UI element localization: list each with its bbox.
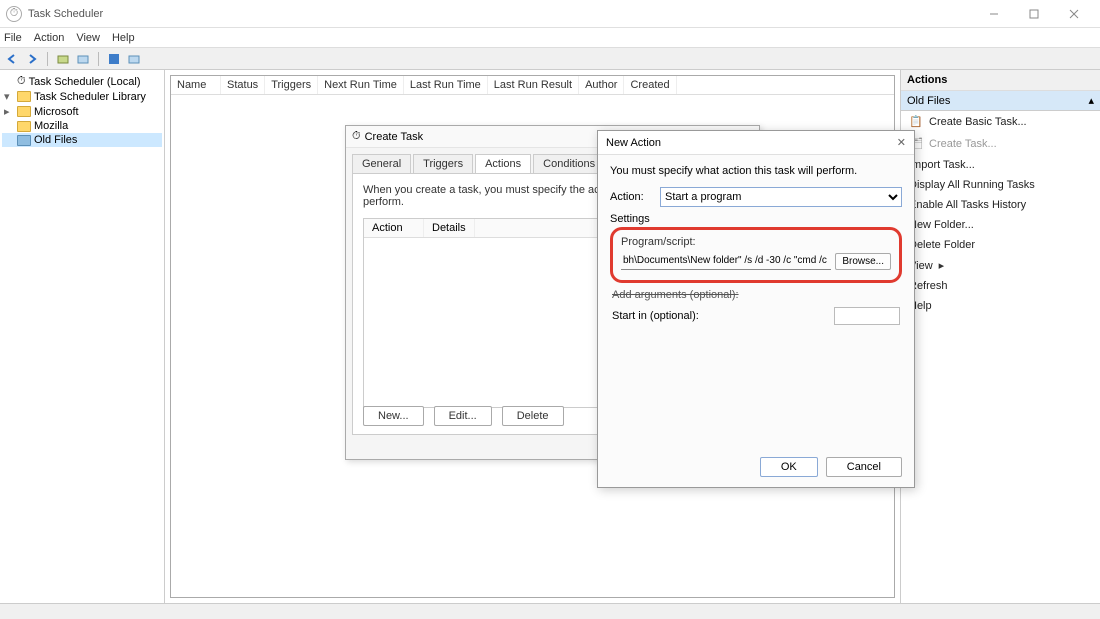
tab-actions[interactable]: Actions <box>475 154 531 173</box>
action-create-basic[interactable]: 📋Create Basic Task... <box>901 111 1100 133</box>
edit-button[interactable]: Edit... <box>434 406 492 426</box>
tree-library[interactable]: ▾Task Scheduler Library <box>2 89 162 104</box>
toolbar-icon-2[interactable] <box>75 51 91 67</box>
chevron-right-icon: ▸ <box>939 259 945 272</box>
minimize-button[interactable] <box>974 0 1014 28</box>
close-button[interactable] <box>1054 0 1094 28</box>
action-enable-history[interactable]: Enable All Tasks History <box>901 195 1100 215</box>
close-icon[interactable]: ✕ <box>897 136 906 149</box>
chevron-right-icon: ▸ <box>4 105 14 118</box>
new-action-dialog: New Action ✕ You must specify what actio… <box>597 130 915 488</box>
chevron-down-icon: ▾ <box>4 90 14 103</box>
action-refresh[interactable]: Refresh <box>901 276 1100 296</box>
menu-help[interactable]: Help <box>112 32 135 44</box>
browse-button[interactable]: Browse... <box>835 253 891 270</box>
action-help[interactable]: Help <box>901 296 1100 316</box>
action-new-folder[interactable]: New Folder... <box>901 215 1100 235</box>
task-icon: ⏱ <box>352 130 361 143</box>
task-list-header: Name Status Triggers Next Run Time Last … <box>171 76 894 95</box>
instruction-text: You must specify what action this task w… <box>610 165 902 177</box>
new-button[interactable]: New... <box>363 406 424 426</box>
nav-tree: ⏱Task Scheduler (Local) ▾Task Scheduler … <box>0 70 165 603</box>
program-input[interactable] <box>621 252 831 270</box>
toolbar <box>0 48 1100 70</box>
app-icon: ⏱ <box>6 6 22 22</box>
maximize-button[interactable] <box>1014 0 1054 28</box>
actions-context: Old Files▴ <box>901 91 1100 111</box>
col-details[interactable]: Details <box>424 219 475 237</box>
col-action[interactable]: Action <box>364 219 424 237</box>
action-select[interactable]: Start a program <box>660 187 902 207</box>
settings-label: Settings <box>610 213 902 225</box>
col-name[interactable]: Name <box>171 76 221 94</box>
action-delete-folder[interactable]: Delete Folder <box>901 235 1100 255</box>
start-in-input[interactable] <box>834 307 900 325</box>
program-label: Program/script: <box>621 236 891 248</box>
tab-conditions[interactable]: Conditions <box>533 154 605 173</box>
ok-button[interactable]: OK <box>760 457 818 477</box>
back-button[interactable] <box>4 51 20 67</box>
action-display-running[interactable]: Display All Running Tasks <box>901 175 1100 195</box>
folder-icon <box>17 91 31 102</box>
col-status[interactable]: Status <box>221 76 265 94</box>
col-next[interactable]: Next Run Time <box>318 76 404 94</box>
add-arguments-label: Add arguments (optional): <box>612 289 739 301</box>
menu-view[interactable]: View <box>76 32 100 44</box>
folder-icon <box>17 135 31 146</box>
title-bar: ⏱ Task Scheduler <box>0 0 1100 28</box>
tree-item-microsoft[interactable]: ▸Microsoft <box>2 104 162 119</box>
tree-root[interactable]: ⏱Task Scheduler (Local) <box>2 74 162 89</box>
folder-icon <box>17 121 31 132</box>
tab-general[interactable]: General <box>352 154 411 173</box>
col-triggers[interactable]: Triggers <box>265 76 318 94</box>
delete-button[interactable]: Delete <box>502 406 564 426</box>
col-created[interactable]: Created <box>624 76 676 94</box>
collapse-icon[interactable]: ▴ <box>1088 94 1094 107</box>
clock-icon: ⏱ <box>17 75 26 88</box>
dialog-title-bar[interactable]: New Action ✕ <box>598 131 914 155</box>
menu-file[interactable]: File <box>4 32 22 44</box>
task-icon: 📋 <box>909 115 923 129</box>
toolbar-icon-3[interactable] <box>106 51 122 67</box>
col-author[interactable]: Author <box>579 76 624 94</box>
action-view[interactable]: View▸ <box>901 255 1100 276</box>
program-group-highlighted: Program/script: Browse... <box>610 227 902 283</box>
window-title: Task Scheduler <box>28 8 103 20</box>
start-in-label: Start in (optional): <box>612 310 699 322</box>
cancel-button[interactable]: Cancel <box>826 457 902 477</box>
tree-item-mozilla[interactable]: Mozilla <box>2 119 162 133</box>
actions-pane: Actions Old Files▴ 📋Create Basic Task...… <box>900 70 1100 603</box>
action-import[interactable]: Import Task... <box>901 155 1100 175</box>
folder-icon <box>17 106 31 117</box>
toolbar-icon-1[interactable] <box>55 51 71 67</box>
status-bar <box>0 603 1100 619</box>
action-label: Action: <box>610 191 660 203</box>
col-result[interactable]: Last Run Result <box>488 76 579 94</box>
toolbar-icon-4[interactable] <box>126 51 142 67</box>
tab-triggers[interactable]: Triggers <box>413 154 473 173</box>
forward-button[interactable] <box>24 51 40 67</box>
menu-bar: File Action View Help <box>0 28 1100 48</box>
actions-header: Actions <box>901 70 1100 91</box>
tree-item-old-files[interactable]: Old Files <box>2 133 162 147</box>
col-last[interactable]: Last Run Time <box>404 76 488 94</box>
menu-action[interactable]: Action <box>34 32 65 44</box>
action-create-task[interactable]: 🗂Create Task... <box>901 133 1100 155</box>
